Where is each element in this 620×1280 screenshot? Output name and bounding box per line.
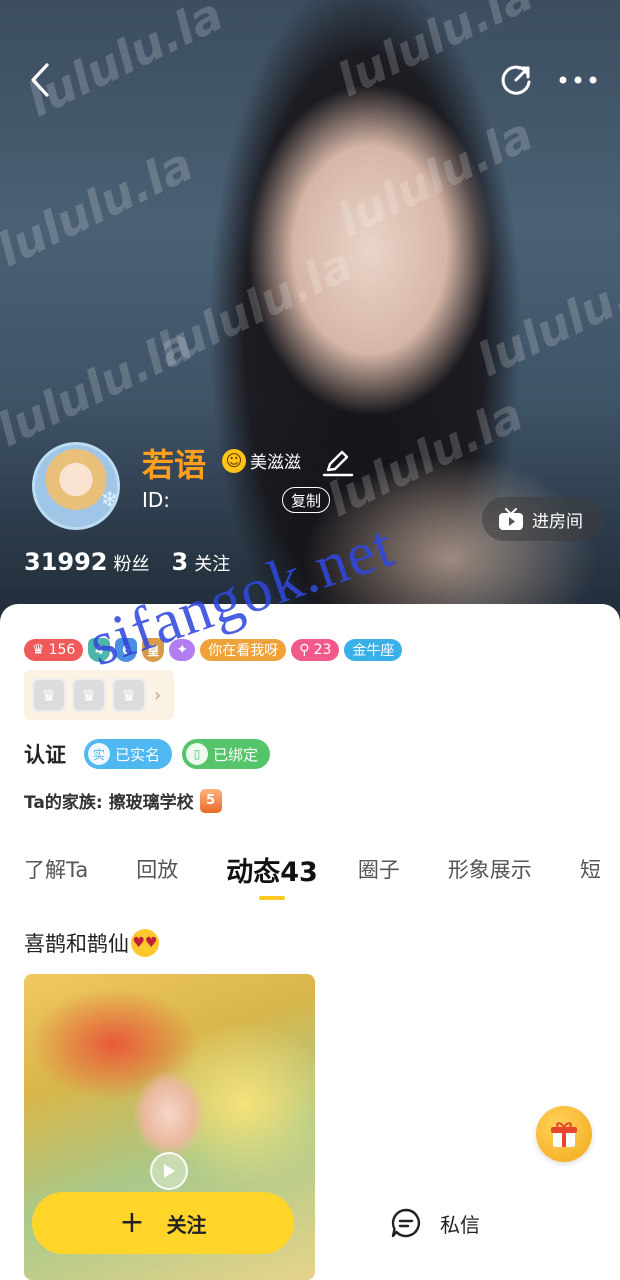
verification-row: 认证 实 已实名 ▯ 已绑定: [24, 738, 271, 770]
realname-badge[interactable]: 实 已实名: [84, 739, 173, 769]
enter-room-label: 进房间: [532, 511, 583, 532]
phone-bound-label: 已绑定: [213, 745, 259, 764]
watermark-text: lululu.la: [468, 246, 620, 388]
search-count-badge[interactable]: ⚲ 23: [291, 639, 340, 661]
gift-button[interactable]: [536, 1106, 592, 1162]
tv-icon: [499, 508, 523, 530]
tab-replay[interactable]: 回放: [136, 854, 178, 884]
post-title: 喜鹊和鹊仙 ♥♥: [24, 928, 159, 958]
medal-icon: ♛: [72, 678, 106, 712]
watermark-text: lululu.la: [0, 136, 202, 278]
follow-button[interactable]: + 关注: [32, 1192, 294, 1254]
edit-button[interactable]: [322, 446, 354, 478]
search-count-value: 23: [313, 642, 332, 658]
family-label: Ta的家族:: [24, 793, 103, 813]
fans-label[interactable]: 粉丝: [114, 550, 150, 576]
medal-icon: ♛: [112, 678, 146, 712]
family-row[interactable]: Ta的家族: 擦玻璃学校 5: [24, 788, 222, 813]
zodiac-badge[interactable]: 金牛座: [344, 639, 403, 661]
post-title-text: 喜鹊和鹊仙: [24, 932, 129, 956]
verification-title: 认证: [24, 743, 66, 767]
tag-badge-label: 你在看我呀: [208, 643, 279, 659]
heart-eyes-emoji-icon: ♥♥: [131, 929, 159, 957]
message-button[interactable]: 私信: [390, 1200, 480, 1246]
chevron-left-icon: [31, 63, 49, 97]
tab-short-video[interactable]: 短: [580, 854, 601, 884]
watermark-text: lululu.la: [328, 106, 542, 248]
user-id-label: ID:: [142, 488, 171, 512]
family-level-badge: 5: [199, 788, 222, 813]
share-icon: [501, 65, 531, 95]
profile-card: ♛ 156 4 6 皇 ✦ 你在看我呀 ⚲ 23 金牛座 ♛ ♛ ♛ › 认证 …: [0, 604, 620, 1280]
medal-icon: ♛: [32, 678, 66, 712]
tab-image-showcase[interactable]: 形象展示: [448, 854, 532, 884]
search-icon: ⚲: [299, 642, 310, 658]
follow-label: 关注: [166, 1212, 207, 1237]
zodiac-label: 金牛座: [352, 643, 395, 659]
more-dots-icon: [559, 76, 597, 84]
mood-badge: ☺ 美滋滋: [222, 448, 301, 473]
tab-about[interactable]: 了解Ta: [24, 854, 88, 884]
mood-badge-label: 美滋滋: [250, 453, 301, 473]
phone-bound-badge[interactable]: ▯ 已绑定: [182, 739, 271, 769]
more-button[interactable]: [552, 56, 604, 104]
profile-tabs: 了解Ta 回放 动态43 圈子 形象展示 短: [24, 844, 620, 894]
play-icon: [150, 1152, 188, 1190]
active-tab-indicator: [259, 896, 285, 900]
gift-icon: [551, 1122, 577, 1147]
level-value: 156: [48, 642, 76, 658]
profile-name: 若语: [142, 446, 207, 484]
realname-icon: 实: [88, 743, 110, 765]
pencil-icon: [322, 450, 354, 477]
copy-id-button[interactable]: 复制: [282, 487, 330, 513]
medal-wall[interactable]: ♛ ♛ ♛ ›: [24, 670, 174, 720]
chevron-right-icon: ›: [154, 684, 162, 706]
share-button[interactable]: [494, 56, 538, 104]
snowflake-icon: ❄: [100, 488, 119, 513]
smile-emoji-icon: ☺: [222, 448, 246, 473]
level-badge[interactable]: ♛ 156: [24, 639, 84, 661]
crown-icon: ♛: [32, 642, 45, 658]
avatar[interactable]: ❄: [32, 442, 120, 530]
message-label: 私信: [440, 1212, 480, 1237]
plus-icon: +: [119, 1205, 145, 1240]
family-name: 擦玻璃学校: [108, 793, 194, 813]
realname-label: 已实名: [115, 745, 161, 764]
back-button[interactable]: [18, 56, 62, 104]
enter-room-button[interactable]: 进房间: [482, 497, 604, 541]
tab-circle[interactable]: 圈子: [358, 854, 400, 884]
phone-icon: ▯: [186, 743, 209, 765]
fans-count[interactable]: 31992: [24, 548, 108, 576]
following-count[interactable]: 3: [172, 548, 189, 576]
tab-moments[interactable]: 动态43: [226, 850, 318, 889]
chat-bubble-icon: [391, 1208, 421, 1238]
